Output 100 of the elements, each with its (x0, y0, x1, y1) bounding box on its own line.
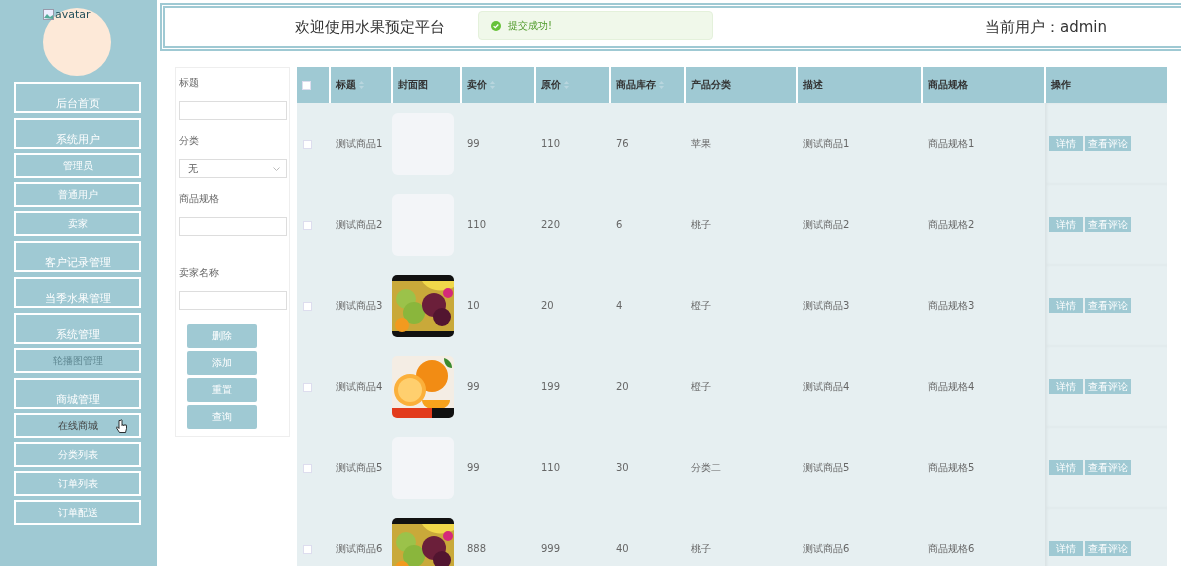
sidebar-item[interactable]: 后台首页 (14, 82, 141, 113)
table-cell: 110 (541, 462, 561, 473)
details-button[interactable]: 详情 (1049, 217, 1083, 232)
sidebar-item[interactable]: 系统用户 (14, 118, 141, 149)
column-header: 产品分类 (691, 79, 731, 90)
column-header[interactable]: 卖价 (467, 79, 495, 90)
table-cell: 测试商品6 (336, 542, 383, 554)
check-circle-icon (491, 20, 501, 31)
table-cell: 6 (616, 219, 623, 230)
table-cell: 99 (467, 138, 480, 149)
table-cell: 测试商品4 (336, 380, 383, 392)
sidebar-item[interactable]: 订单列表 (14, 471, 141, 496)
column-header[interactable]: 商品库存 (616, 79, 664, 90)
sidebar-item[interactable]: 当季水果管理 (14, 277, 141, 308)
table-cell: 桃子 (691, 542, 711, 554)
table-cell: 商品规格2 (928, 218, 975, 230)
sidebar-item[interactable]: 系统管理 (14, 313, 141, 344)
table-cell: 测试商品5 (803, 461, 850, 473)
comments-button[interactable]: 查看评论 (1085, 298, 1131, 313)
broken-image-alt: avatar (43, 8, 91, 21)
row-checkbox[interactable] (303, 139, 312, 149)
page-title: 欢迎使用水果预定平台 (295, 17, 445, 37)
comments-button[interactable]: 查看评论 (1085, 460, 1131, 475)
table-cell: 40 (616, 543, 629, 554)
action-button[interactable]: 添加 (187, 351, 257, 375)
hand-cursor-icon (116, 419, 127, 434)
comments-button[interactable]: 查看评论 (1085, 379, 1131, 394)
column-header: 封面图 (398, 79, 428, 90)
action-button[interactable]: 删除 (187, 324, 257, 348)
field-label: 分类 (179, 134, 200, 148)
row-checkbox[interactable] (303, 301, 312, 311)
sidebar-item[interactable]: 在线商城 (14, 413, 141, 438)
table-cell: 测试商品2 (803, 218, 850, 230)
table-cell: 苹果 (691, 137, 711, 149)
table-cell: 测试商品5 (336, 461, 383, 473)
sidebar-item[interactable]: 管理员 (14, 153, 141, 178)
sidebar-item[interactable]: 客户记录管理 (14, 241, 141, 272)
table-cell: 商品规格6 (928, 542, 975, 554)
table-cell: 220 (541, 219, 561, 230)
table-cell: 测试商品3 (336, 299, 383, 311)
sort-icon (359, 81, 364, 89)
row-checkbox[interactable] (303, 382, 312, 392)
column-header[interactable]: 标题 (336, 79, 364, 90)
table-cell: 199 (541, 381, 561, 392)
sidebar-item[interactable]: 卖家 (14, 211, 141, 236)
input-field[interactable] (179, 101, 287, 120)
table-cell: 30 (616, 462, 629, 473)
comments-button[interactable]: 查看评论 (1085, 136, 1131, 151)
table-cell: 110 (541, 138, 561, 149)
table-cell: 4 (616, 300, 623, 311)
row-checkbox[interactable] (303, 220, 312, 230)
comments-button[interactable]: 查看评论 (1085, 541, 1131, 556)
table-cell: 20 (541, 300, 554, 311)
table-cell: 99 (467, 381, 480, 392)
table-cell: 110 (467, 219, 487, 230)
table-cell: 商品规格1 (928, 137, 975, 149)
action-button[interactable]: 查询 (187, 405, 257, 429)
details-button[interactable]: 详情 (1049, 460, 1083, 475)
row-checkbox[interactable] (303, 463, 312, 473)
details-button[interactable]: 详情 (1049, 298, 1083, 313)
details-button[interactable]: 详情 (1049, 136, 1083, 151)
table-cell: 橙子 (691, 380, 711, 392)
sidebar-item[interactable]: 分类列表 (14, 442, 141, 467)
table-cell: 商品规格4 (928, 380, 975, 392)
sidebar-item[interactable]: 普通用户 (14, 182, 141, 207)
sidebar-item[interactable]: 商城管理 (14, 378, 141, 409)
field-label: 标题 (179, 76, 200, 90)
category-select[interactable]: 无 (179, 159, 287, 178)
column-header: 操作 (1051, 79, 1071, 90)
table-cell: 测试商品4 (803, 380, 850, 392)
table-cell: 橙子 (691, 299, 711, 311)
sort-icon (490, 81, 495, 89)
table-cell: 999 (541, 543, 561, 554)
table-cell: 10 (467, 300, 480, 311)
table-cell: 桃子 (691, 218, 711, 230)
details-button[interactable]: 详情 (1049, 379, 1083, 394)
details-button[interactable]: 详情 (1049, 541, 1083, 556)
comments-button[interactable]: 查看评论 (1085, 217, 1131, 232)
table-cell: 76 (616, 138, 629, 149)
broken-image-icon (43, 9, 54, 20)
input-field[interactable] (179, 217, 287, 236)
action-button[interactable]: 重置 (187, 378, 257, 402)
column-header[interactable]: 原价 (541, 79, 569, 90)
table-cell: 测试商品1 (803, 137, 850, 149)
sort-icon (564, 81, 569, 89)
table-cell: 测试商品1 (336, 137, 383, 149)
sidebar-item[interactable]: 订单配送 (14, 500, 141, 525)
table-cell: 888 (467, 543, 487, 554)
row-checkbox[interactable] (303, 544, 312, 554)
select-all-checkbox[interactable] (302, 81, 311, 90)
chevron-down-icon (273, 166, 280, 171)
table-cell: 20 (616, 381, 629, 392)
field-label: 商品规格 (179, 192, 220, 206)
table-cell: 测试商品3 (803, 299, 850, 311)
column-header: 商品规格 (928, 79, 968, 90)
toast-message: 提交成功! (508, 18, 552, 33)
table-cell: 99 (467, 462, 480, 473)
input-field[interactable] (179, 291, 287, 310)
table-cell: 商品规格3 (928, 299, 975, 311)
current-user: 当前用户：admin (985, 17, 1107, 37)
